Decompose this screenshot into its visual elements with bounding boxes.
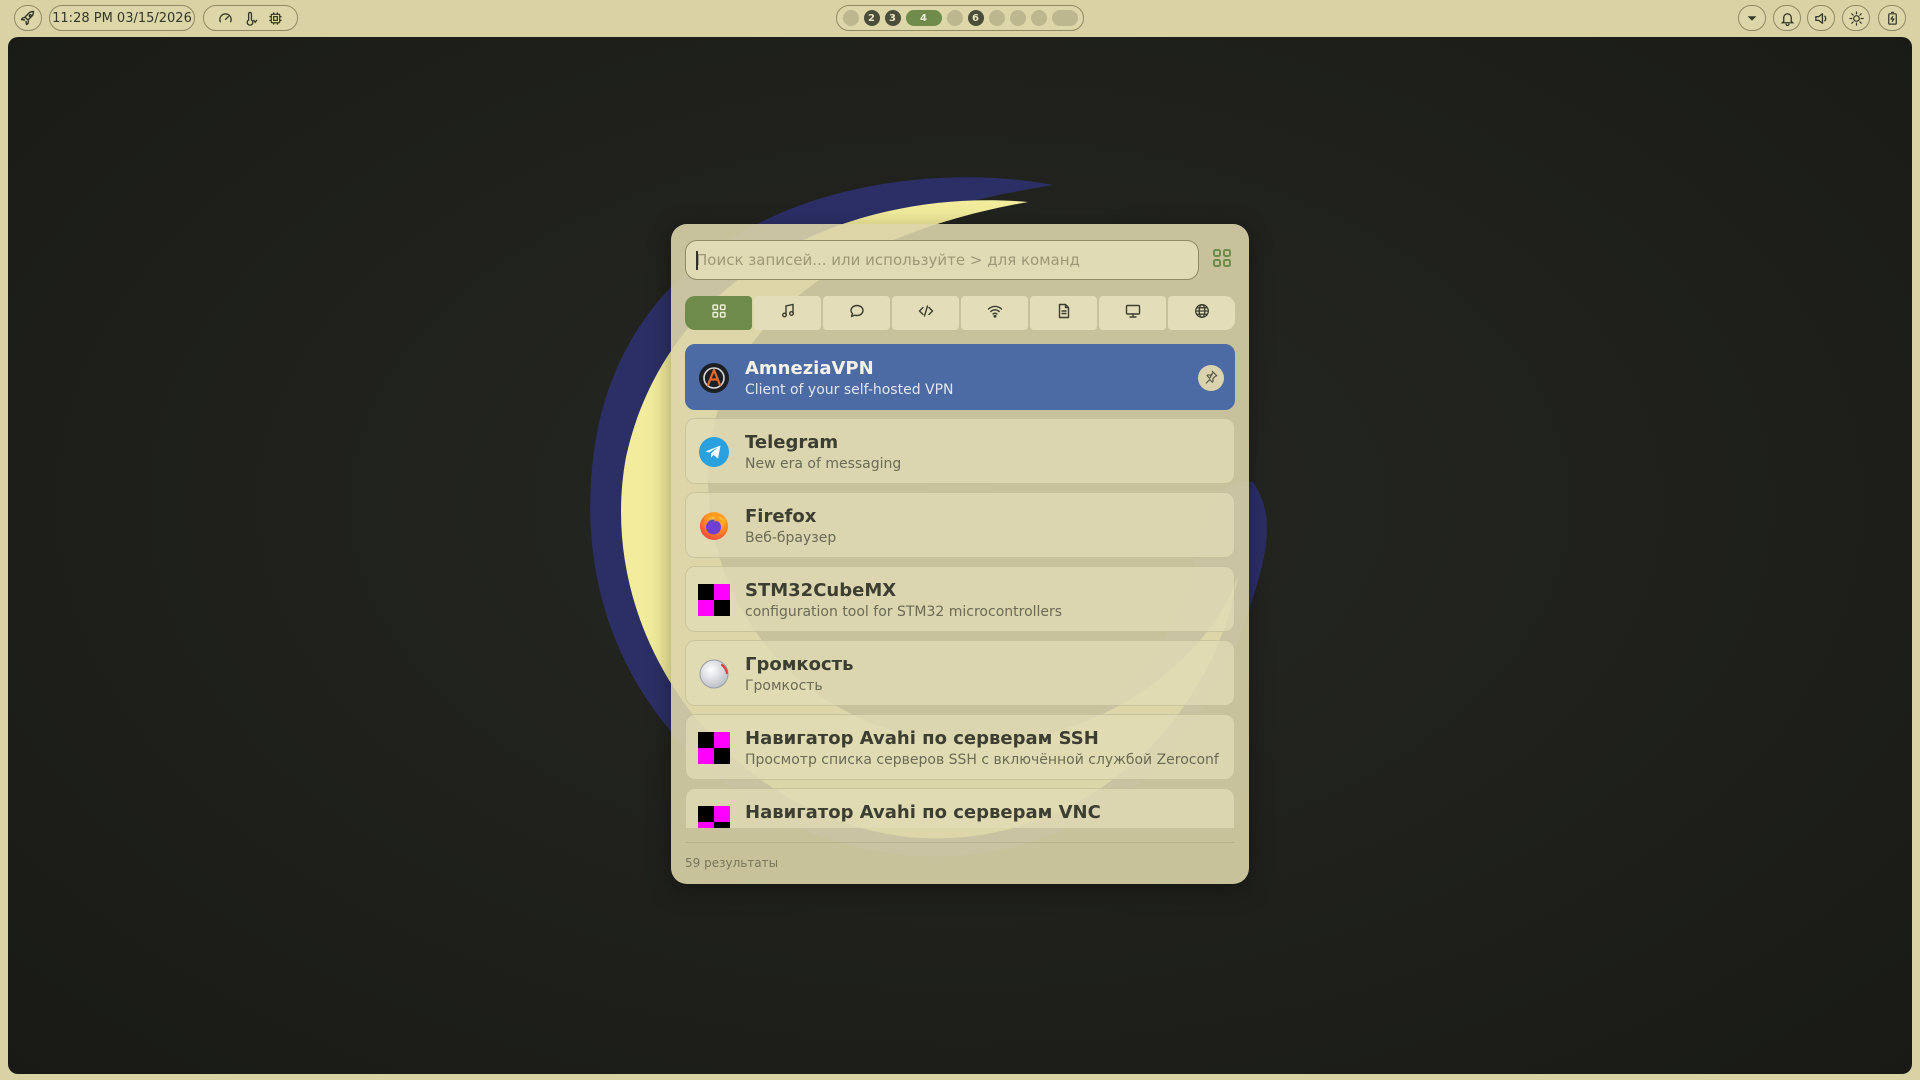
result-subtitle: Веб-браузер [745,530,837,546]
tab-code[interactable] [892,296,959,330]
gauge-icon [218,11,233,26]
workspace-7[interactable] [988,10,1005,26]
search-input[interactable] [685,240,1199,280]
volume-knob-icon [698,658,730,690]
amneziavpn-icon [698,362,730,394]
top-bar: 11:28 PM 03/15/2026 2 3 4 6 [0,0,1920,36]
chevron-down-icon [1745,11,1759,25]
result-title: Громкость [745,654,854,675]
thermometer-icon [243,11,258,26]
result-item-avahi-ssh[interactable]: Навигатор Avahi по серверам SSH Просмотр… [685,714,1235,780]
workspace-2[interactable]: 2 [863,10,880,26]
volume-button[interactable] [1807,5,1835,31]
workspace-5[interactable] [946,10,963,26]
workspace-10[interactable] [1051,10,1078,26]
grid-view-toggle[interactable] [1206,244,1238,276]
apps-grid-icon [711,303,727,323]
workspace-9[interactable] [1030,10,1047,26]
result-subtitle: Client of your self-hosted VPN [745,382,954,398]
tab-display[interactable] [1099,296,1166,330]
text-caret [696,251,698,270]
workspace-3[interactable]: 3 [884,10,901,26]
result-item-volume[interactable]: Громкость Громкость [685,640,1235,706]
results-list: AmneziaVPN Client of your self-hosted VP… [685,344,1235,828]
result-item-firefox[interactable]: Firefox Веб-браузер [685,492,1235,558]
clock[interactable]: 11:28 PM 03/15/2026 [49,5,195,31]
workspace-6[interactable]: 6 [967,10,984,26]
workspace-4[interactable]: 4 [905,10,942,26]
missing-icon [698,584,730,616]
grid-icon [1212,248,1232,272]
result-item-amneziavpn[interactable]: AmneziaVPN Client of your self-hosted VP… [685,344,1235,410]
workspace-switcher: 2 3 4 6 [836,5,1084,31]
tab-web[interactable] [1168,296,1235,330]
result-subtitle: New era of messaging [745,456,902,472]
globe-icon [1194,303,1210,323]
notifications-button[interactable] [1773,5,1801,31]
telegram-icon [698,436,730,468]
result-item-telegram[interactable]: Telegram New era of messaging [685,418,1235,484]
app-launcher-button[interactable] [14,5,42,31]
missing-icon [698,732,730,764]
result-item-avahi-vnc[interactable]: Навигатор Avahi по серверам VNC [685,788,1235,828]
code-icon [918,303,934,323]
wifi-icon [987,303,1003,323]
workspace-8[interactable] [1009,10,1026,26]
workspace-1[interactable] [842,10,859,26]
monitor-icon [1125,303,1141,323]
system-monitor[interactable] [203,5,298,31]
footer-divider [685,842,1235,843]
battery-icon [1885,11,1900,26]
sun-icon [1848,10,1864,26]
result-title: Telegram [745,432,839,453]
result-subtitle: Громкость [745,678,823,694]
speaker-icon [1814,11,1829,26]
results-count: 59 результаты [685,856,779,870]
result-subtitle: Просмотр списка серверов SSH с включённо… [745,752,1219,768]
result-title: Навигатор Avahi по серверам SSH [745,728,1099,749]
result-subtitle: configuration tool for STM32 microcontro… [745,604,1063,620]
tab-documents[interactable] [1030,296,1097,330]
result-item-stm32cubemx[interactable]: STM32CubeMX configuration tool for STM32… [685,566,1235,632]
battery-button[interactable] [1878,5,1906,31]
tab-network[interactable] [961,296,1028,330]
tab-music[interactable] [754,296,821,330]
chat-bubble-icon [849,303,865,323]
firefox-icon [698,510,730,542]
rocket-icon [20,10,36,26]
app-launcher: AmneziaVPN Client of your self-hosted VP… [671,224,1249,884]
tab-all-apps[interactable] [685,296,752,330]
result-title: Навигатор Avahi по серверам VNC [745,802,1101,823]
tray-dropdown-button[interactable] [1738,5,1766,31]
search-row [685,240,1235,280]
cpu-icon [268,11,283,26]
document-icon [1056,303,1072,323]
music-note-icon [780,303,796,323]
pin-button[interactable] [1198,365,1224,391]
missing-icon [698,806,730,828]
brightness-button[interactable] [1842,5,1870,31]
result-title: Firefox [745,506,817,527]
category-tabs [685,296,1235,330]
tab-chat[interactable] [823,296,890,330]
pin-icon [1204,369,1218,388]
result-title: AmneziaVPN [745,358,874,379]
bell-icon [1780,11,1795,26]
result-title: STM32CubeMX [745,580,897,601]
